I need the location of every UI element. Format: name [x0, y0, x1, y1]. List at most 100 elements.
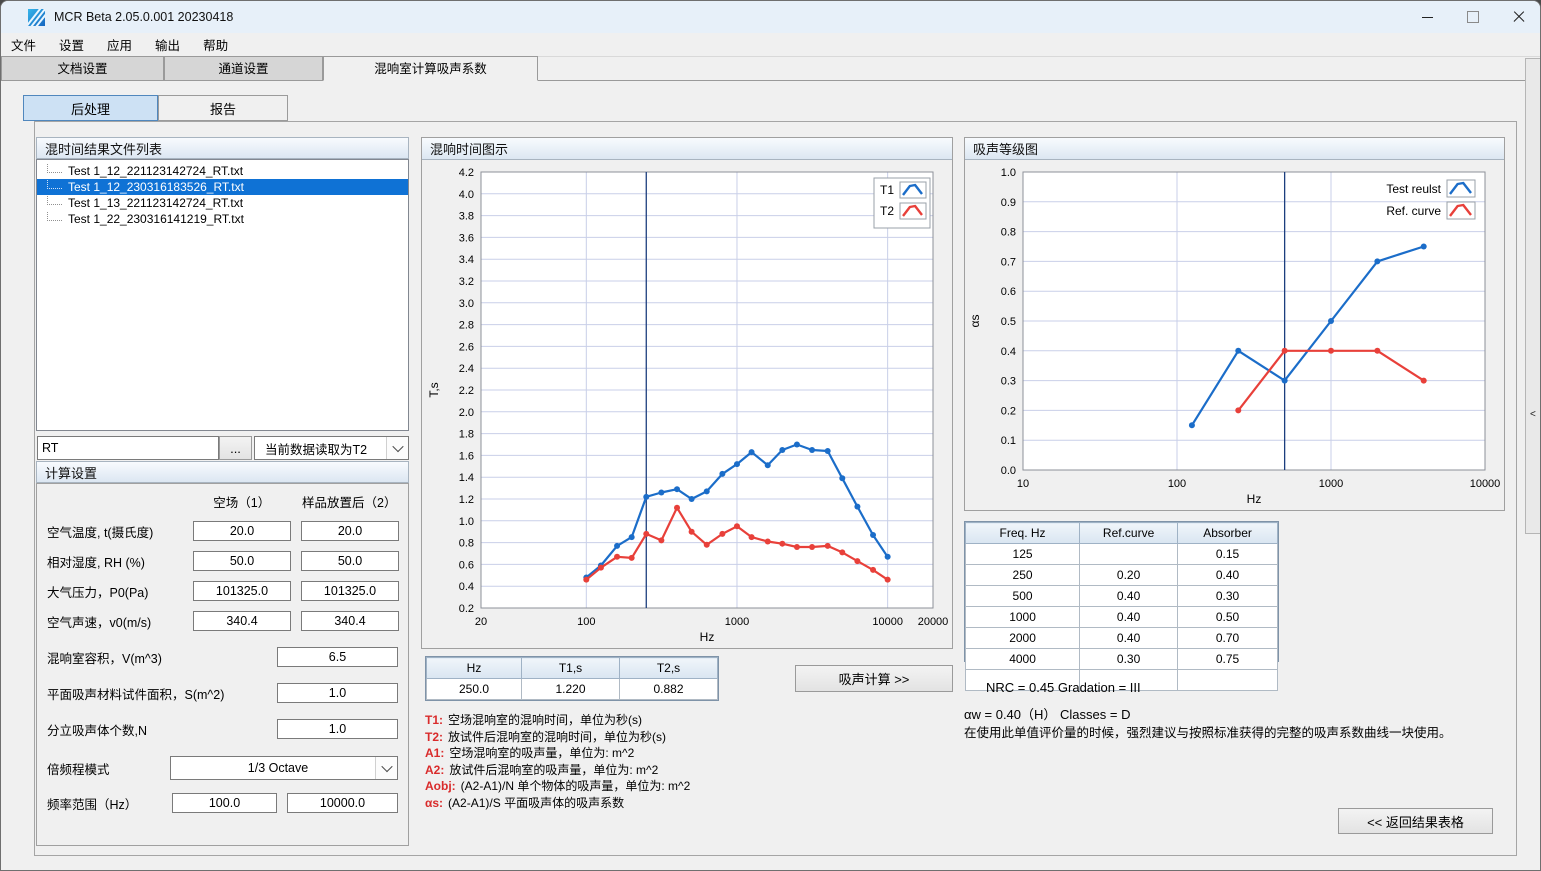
maximize-button[interactable]: [1450, 1, 1496, 33]
calc-input-with-sample[interactable]: [301, 611, 399, 631]
app-logo-icon: [28, 9, 45, 26]
file-name: Test 1_13_221123142724_RT.txt: [68, 196, 243, 210]
table-row: 1250.15: [966, 544, 1278, 565]
calc-single-label: 分立吸声体个数,N: [47, 720, 277, 739]
close-button[interactable]: [1496, 1, 1541, 33]
table-header: T1,s: [522, 658, 620, 679]
menu-item-4[interactable]: 帮助: [195, 33, 236, 56]
svg-text:3.6: 3.6: [459, 232, 474, 244]
menu-item-2[interactable]: 应用: [99, 33, 140, 56]
tab-report[interactable]: 报告: [158, 95, 288, 121]
symbol-note: A1: 空场混响室的吸声量，单位为: m^2: [425, 744, 690, 761]
svg-text:2.2: 2.2: [459, 385, 474, 397]
svg-text:0.0: 0.0: [1001, 465, 1016, 477]
calc-single-row-2: 分立吸声体个数,N: [47, 718, 398, 740]
menu-item-1[interactable]: 设置: [51, 33, 92, 56]
svg-text:1.0: 1.0: [459, 516, 474, 528]
freq-range-row: 频率范围（Hz）: [47, 792, 398, 814]
menu-item-3[interactable]: 输出: [147, 33, 188, 56]
octave-mode-dropdown[interactable]: 1/3 Octave: [170, 756, 398, 780]
calc-input-with-sample[interactable]: [301, 521, 399, 541]
svg-text:0.3: 0.3: [1001, 376, 1016, 388]
calc-input-empty-room[interactable]: [193, 611, 291, 631]
symbol-text: (A2-A1)/S 平面吸声体的吸声系数: [448, 796, 624, 810]
table-header: Absorber: [1178, 523, 1278, 544]
tab-postprocess[interactable]: 后处理: [23, 95, 158, 121]
main-tab-0[interactable]: 文档设置: [1, 56, 164, 80]
svg-text:3.8: 3.8: [459, 211, 474, 223]
svg-text:1.2: 1.2: [459, 494, 474, 506]
svg-text:T1: T1: [880, 183, 894, 197]
svg-text:αs: αs: [968, 315, 982, 328]
calc-single-input[interactable]: [277, 683, 398, 703]
symbol-key: T1:: [425, 713, 443, 727]
table-row: 20000.400.70: [966, 628, 1278, 649]
single-value-advice: 在使用此单值评价量的时候，强烈建议与按照标准获得的完整的吸声系数曲线一块使用。: [964, 722, 1452, 741]
symbol-note: Aobj:(A2-A1)/N 单个物体的吸声量，单位为: m^2: [425, 777, 690, 794]
symbol-text: (A2-A1)/N 单个物体的吸声量，单位为: m^2: [461, 779, 691, 793]
calc-single-input[interactable]: [277, 647, 398, 667]
chevron-down-icon: [386, 437, 408, 459]
back-to-results-button[interactable]: << 返回结果表格: [1338, 808, 1493, 834]
calc-settings-header: 计算设置: [36, 461, 409, 483]
absorption-calc-button[interactable]: 吸声计算 >>: [795, 665, 953, 692]
calc-column-headers: 空场（1） 样品放置后（2）: [47, 490, 398, 512]
symbol-text: 空场混响室的吸声量，单位为: m^2: [449, 746, 634, 760]
rt-chart-panel-title: 混响时间图示: [430, 139, 508, 158]
file-item[interactable]: Test 1_12_230316183526_RT.txt: [37, 179, 408, 195]
svg-text:1.0: 1.0: [1001, 167, 1016, 179]
tab-postprocess-label: 后处理: [71, 99, 110, 118]
table-cell: 1000: [966, 607, 1080, 628]
app-window: MCR Beta 2.05.0.001 20230418 文件设置应用输出帮助 …: [0, 0, 1541, 871]
nrc-result: NRC = 0.45 Gradation = III: [986, 680, 1141, 695]
file-item[interactable]: Test 1_12_221123142724_RT.txt: [37, 163, 408, 179]
absorption-chart-panel-title: 吸声等级图: [973, 139, 1038, 158]
svg-text:3.0: 3.0: [459, 298, 474, 310]
menu-item-0[interactable]: 文件: [3, 33, 44, 56]
tree-branch-icon: [47, 164, 62, 173]
svg-text:0.5: 0.5: [1001, 316, 1016, 328]
table-cell: 0.15: [1178, 544, 1278, 565]
collapsed-side-panel[interactable]: <: [1525, 58, 1541, 534]
svg-text:0.9: 0.9: [1001, 197, 1016, 209]
svg-text:3.4: 3.4: [459, 254, 474, 266]
rt-result-file-list: Test 1_12_221123142724_RT.txtTest 1_12_2…: [36, 159, 409, 431]
symbol-key: T2:: [425, 730, 443, 744]
svg-text:1000: 1000: [1319, 478, 1343, 490]
freq-min-input[interactable]: [172, 793, 277, 813]
minimize-button[interactable]: [1404, 1, 1450, 33]
calc-single-label: 平面吸声材料试件面积，S(m^2): [47, 684, 277, 703]
table-cell: 0.70: [1178, 628, 1278, 649]
symbol-key: A1:: [425, 746, 444, 760]
table-row: 2500.200.40: [966, 565, 1278, 586]
table-cell: 0.40: [1178, 565, 1278, 586]
browse-button[interactable]: ...: [219, 436, 252, 460]
calc-input-empty-room[interactable]: [193, 551, 291, 571]
octave-mode-value: 1/3 Octave: [171, 761, 375, 775]
calc-input-empty-room[interactable]: [193, 521, 291, 541]
data-read-dropdown[interactable]: 当前数据读取为T2: [254, 436, 409, 460]
main-tab-1[interactable]: 通道设置: [164, 56, 323, 80]
table-header: Ref.curve: [1080, 523, 1178, 544]
calc-input-with-sample[interactable]: [301, 551, 399, 571]
calc-input-empty-room[interactable]: [193, 581, 291, 601]
calc-single-row-1: 平面吸声材料试件面积，S(m^2): [47, 682, 398, 704]
file-item[interactable]: Test 1_22_230316141219_RT.txt: [37, 211, 408, 227]
calc-input-with-sample[interactable]: [301, 581, 399, 601]
calc-settings-body: 空场（1） 样品放置后（2） 空气温度, t(摄氏度)相对湿度, RH (%)大…: [36, 483, 409, 846]
main-tab-2[interactable]: 混响室计算吸声系数: [323, 56, 538, 81]
svg-text:0.1: 0.1: [1001, 435, 1016, 447]
svg-text:0.2: 0.2: [1001, 405, 1016, 417]
svg-text:4.2: 4.2: [459, 167, 474, 179]
svg-text:1.4: 1.4: [459, 472, 474, 484]
col-header-empty-room: 空场（1）: [193, 492, 291, 511]
freq-max-input[interactable]: [287, 793, 398, 813]
svg-text:Hz: Hz: [700, 630, 715, 644]
rt-name-input[interactable]: [37, 436, 219, 460]
table-cell: [1080, 544, 1178, 565]
file-item[interactable]: Test 1_13_221123142724_RT.txt: [37, 195, 408, 211]
absorption-chart-panel: 吸声等级图 0.00.10.20.30.40.50.60.70.80.91.01…: [964, 137, 1505, 511]
calc-single-input[interactable]: [277, 719, 398, 739]
symbol-note: T2:放试件后混响室的混响时间，单位为秒(s): [425, 728, 690, 745]
svg-text:4.0: 4.0: [459, 189, 474, 201]
